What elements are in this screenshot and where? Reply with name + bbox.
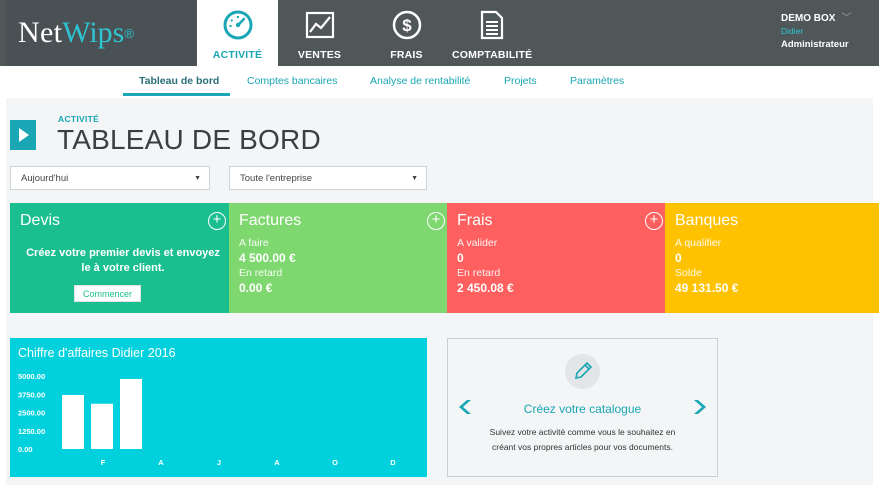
- revenue-chart: Chiffre d'affaires Didier 2016 5000.00 37…: [10, 338, 427, 477]
- nav-activite[interactable]: ACTIVITÉ: [197, 0, 278, 66]
- nav-frais[interactable]: $ FRAIS: [374, 0, 439, 66]
- subnav-projets[interactable]: Projets: [504, 75, 537, 87]
- sub-navigation: Tableau de bord Comptes bancaires Analys…: [0, 66, 879, 96]
- devis-message: Créez votre premier devis et envoyez le …: [26, 247, 220, 274]
- catalogue-panel: Créez votre catalogue Suivez votre activ…: [447, 338, 718, 477]
- card-title: Devis: [20, 212, 61, 229]
- subnav-parametres[interactable]: Paramètres: [570, 75, 624, 87]
- user-name: Didier: [781, 26, 804, 36]
- nav-ventes[interactable]: VENTES: [287, 0, 352, 66]
- pencil-icon: [565, 354, 600, 389]
- page-title: TABLEAU DE BORD: [57, 124, 321, 155]
- y-tick-label: 0.00: [18, 445, 33, 454]
- company-name: DEMO BOX: [781, 13, 836, 24]
- breadcrumb: ACTIVITÉ: [58, 114, 100, 124]
- stat-label: Solde: [675, 267, 702, 279]
- add-facture-icon[interactable]: +: [427, 212, 445, 230]
- y-tick-label: 3750.00: [18, 390, 45, 399]
- chevron-down-icon[interactable]: ﹀: [841, 13, 851, 24]
- chart-bar[interactable]: [120, 378, 142, 449]
- scope-select[interactable]: Toute l'entreprise ▼: [229, 166, 427, 190]
- stat-value: 0: [457, 251, 464, 265]
- factures-card[interactable]: Factures + A faire 4 500.00 € En retard …: [229, 203, 455, 313]
- x-tick-label: D: [390, 458, 396, 467]
- x-tick-label: F: [101, 458, 106, 467]
- document-icon: [480, 10, 504, 40]
- stat-label: En retard: [457, 267, 501, 279]
- x-tick-label: A: [274, 458, 280, 467]
- x-tick-label: A: [158, 458, 164, 467]
- user-role: Administrateur: [781, 39, 849, 50]
- dropdown-arrow-icon: ▼: [411, 175, 418, 182]
- stat-value: 0.00 €: [239, 281, 273, 295]
- revenue-chart-svg: 5000.00 3750.00 2500.00 1250.00 0.00 F A J A O D: [18, 372, 396, 467]
- stat-value: 49 131.50 €: [675, 281, 739, 295]
- user-menu[interactable]: DEMO BOX ﹀ Didier Administrateur: [781, 12, 851, 51]
- catalogue-title[interactable]: Créez votre catalogue: [448, 402, 717, 416]
- play-icon: [10, 120, 36, 150]
- stat-label: A faire: [239, 237, 269, 249]
- card-title: Frais: [457, 212, 493, 229]
- x-tick-label: J: [217, 458, 221, 467]
- active-tab-underline: [123, 93, 230, 96]
- catalogue-description: Suivez votre activité comme vous le souh…: [489, 427, 676, 452]
- y-tick-label: 1250.00: [18, 427, 45, 436]
- subnav-analyse-rentabilite[interactable]: Analyse de rentabilité: [370, 75, 470, 87]
- stat-value: 0: [675, 251, 682, 265]
- add-frais-icon[interactable]: +: [645, 212, 663, 230]
- stat-value: 2 450.08 €: [457, 281, 514, 295]
- svg-text:$: $: [402, 16, 412, 35]
- stat-label: A qualifier: [675, 237, 722, 249]
- frais-card[interactable]: Frais + A valider 0 En retard 2 450.08 €: [447, 203, 673, 313]
- devis-card: Devis + Créez votre premier devis et env…: [10, 203, 236, 313]
- speedometer-icon: [223, 10, 252, 40]
- chart-bar[interactable]: [62, 394, 84, 449]
- stat-label: A valider: [457, 237, 498, 249]
- subnav-tableau-de-bord[interactable]: Tableau de bord: [139, 75, 219, 87]
- stat-value: 4 500.00 €: [239, 251, 296, 265]
- stat-label: En retard: [239, 267, 283, 279]
- dollar-icon: $: [392, 10, 421, 40]
- nav-comptabilite[interactable]: COMPTABILITÉ: [452, 0, 532, 66]
- card-title: Banques: [675, 212, 739, 229]
- card-title: Factures: [239, 212, 302, 229]
- y-tick-label: 2500.00: [18, 409, 45, 418]
- banques-card[interactable]: Banques A qualifier 0 Solde 49 131.50 €: [665, 203, 879, 313]
- netwips-logo[interactable]: Net Wips ®: [6, 0, 196, 66]
- add-devis-icon[interactable]: +: [208, 212, 226, 230]
- subnav-comptes-bancaires[interactable]: Comptes bancaires: [247, 75, 337, 87]
- top-bar: Net Wips ® ACTIVITÉ VENTES $ FRAIS COMPT…: [0, 0, 879, 66]
- chart-bar[interactable]: [91, 403, 113, 449]
- dropdown-arrow-icon: ▼: [194, 175, 201, 182]
- commencer-button[interactable]: Commencer: [74, 285, 141, 302]
- y-tick-label: 5000.00: [18, 372, 45, 381]
- line-chart-icon: [305, 11, 334, 39]
- period-select[interactable]: Aujourd'hui ▼: [10, 166, 210, 190]
- x-tick-label: O: [332, 458, 338, 467]
